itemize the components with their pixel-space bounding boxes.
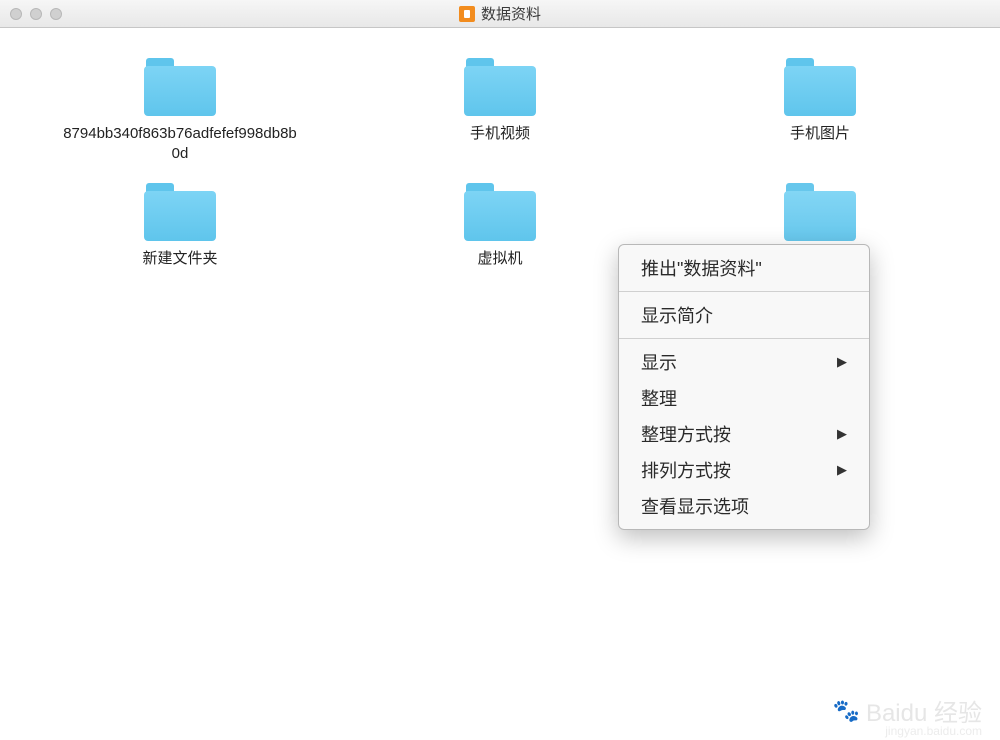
folder-label: 虚拟机 bbox=[477, 249, 522, 269]
folder-icon bbox=[464, 58, 536, 116]
folder-icon bbox=[144, 58, 216, 116]
menu-item-label: 排列方式按 bbox=[641, 457, 731, 483]
context-menu: 推出"数据资料" 显示简介 显示 ▶ 整理 整理方式按 ▶ 排列方式按 ▶ 查看… bbox=[618, 244, 870, 530]
folder-label: 手机图片 bbox=[790, 124, 850, 144]
menu-item-get-info[interactable]: 显示简介 bbox=[619, 297, 869, 333]
window-title-container: 数据资料 bbox=[459, 3, 541, 24]
menu-item-arrange-by[interactable]: 排列方式按 ▶ bbox=[619, 452, 869, 488]
menu-separator bbox=[619, 291, 869, 292]
minimize-window-button[interactable] bbox=[30, 8, 42, 20]
menu-item-view[interactable]: 显示 ▶ bbox=[619, 344, 869, 380]
menu-item-label: 整理方式按 bbox=[641, 421, 731, 447]
folder-item[interactable]: 手机视频 bbox=[350, 58, 650, 163]
folder-icon bbox=[784, 183, 856, 241]
menu-item-label: 推出"数据资料" bbox=[641, 255, 762, 281]
menu-separator bbox=[619, 338, 869, 339]
window-title: 数据资料 bbox=[481, 3, 541, 24]
watermark-url: jingyan.baidu.com bbox=[885, 724, 982, 738]
folder-label: 手机视频 bbox=[470, 124, 530, 144]
usb-drive-icon bbox=[459, 6, 475, 22]
folder-icon bbox=[144, 183, 216, 241]
folder-icon bbox=[464, 183, 536, 241]
menu-item-label: 显示 bbox=[641, 349, 677, 375]
paw-icon: 🐾 bbox=[833, 698, 860, 724]
submenu-arrow-icon: ▶ bbox=[837, 462, 847, 478]
menu-item-label: 显示简介 bbox=[641, 302, 713, 328]
folder-item[interactable]: 新建文件夹 bbox=[30, 183, 330, 269]
watermark-brand: Baidu 经验 bbox=[866, 693, 982, 728]
folder-item[interactable]: 虚拟机 bbox=[350, 183, 650, 269]
titlebar: 数据资料 bbox=[0, 0, 1000, 28]
submenu-arrow-icon: ▶ bbox=[837, 426, 847, 442]
submenu-arrow-icon: ▶ bbox=[837, 354, 847, 370]
menu-item-view-options[interactable]: 查看显示选项 bbox=[619, 488, 869, 524]
folder-item[interactable]: 8794bb340f863b76adfefef998db8b0d bbox=[30, 58, 330, 163]
folder-label: 8794bb340f863b76adfefef998db8b0d bbox=[60, 124, 300, 163]
close-window-button[interactable] bbox=[10, 8, 22, 20]
window-controls bbox=[10, 8, 62, 20]
zoom-window-button[interactable] bbox=[50, 8, 62, 20]
menu-item-cleanup-by[interactable]: 整理方式按 ▶ bbox=[619, 416, 869, 452]
folder-icon bbox=[784, 58, 856, 116]
folder-label: 新建文件夹 bbox=[142, 249, 217, 269]
menu-item-label: 整理 bbox=[641, 385, 677, 411]
watermark: 🐾 Baidu 经验 bbox=[833, 693, 982, 728]
folder-item[interactable]: 手机图片 bbox=[670, 58, 970, 163]
menu-item-label: 查看显示选项 bbox=[641, 493, 749, 519]
menu-item-cleanup[interactable]: 整理 bbox=[619, 380, 869, 416]
menu-item-eject[interactable]: 推出"数据资料" bbox=[619, 250, 869, 286]
